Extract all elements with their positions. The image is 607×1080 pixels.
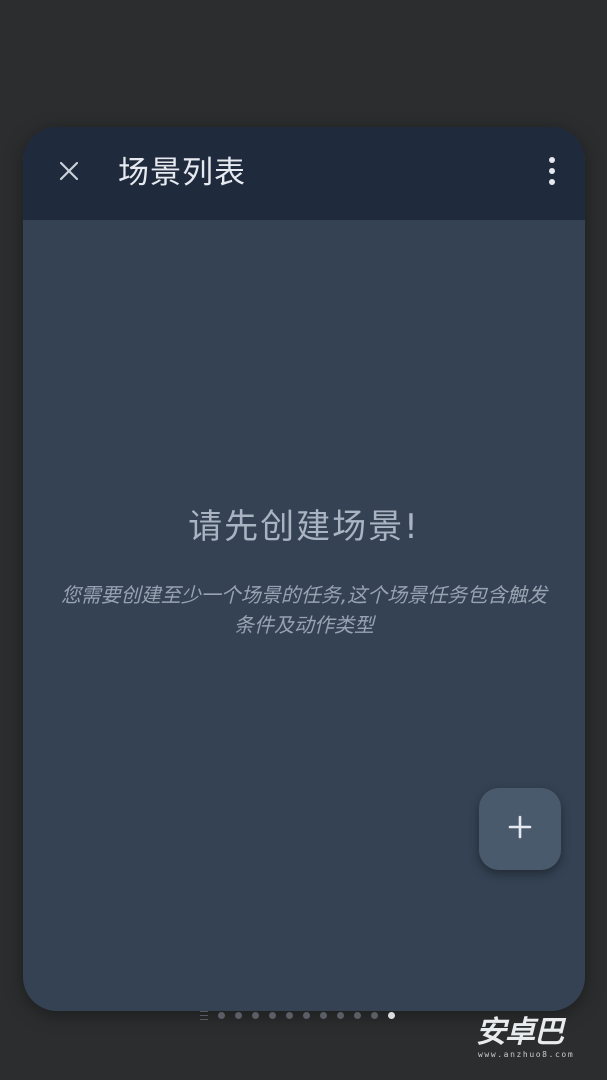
close-icon [58, 160, 80, 186]
page-dot [320, 1011, 327, 1019]
scene-list-dialog: 场景列表 请先创建场景! 您需要创建至少一个场景的任务,这个场景任务包含触发条件… [23, 127, 585, 1011]
app-bar: 场景列表 [23, 127, 585, 220]
more-vertical-icon [547, 156, 557, 190]
page-dot [337, 1011, 344, 1019]
page-title: 场景列表 [118, 155, 246, 191]
close-button[interactable] [45, 149, 93, 197]
more-options-button[interactable] [530, 149, 574, 197]
page-dot [388, 1011, 395, 1019]
empty-state-title: 请先创建场景! [188, 507, 420, 547]
page-dot [269, 1011, 276, 1019]
plus-icon [507, 814, 533, 844]
watermark: 安卓巴 www.anzhuo8.com [474, 1014, 584, 1064]
page-dot [354, 1011, 361, 1019]
page-dot [303, 1011, 310, 1019]
page-dot [235, 1011, 242, 1019]
empty-state-description: 您需要创建至少一个场景的任务,这个场景任务包含触发条件及动作类型 [60, 583, 548, 637]
menu-lines-icon [200, 1010, 208, 1020]
watermark-url: www.anzhuo8.com [478, 1050, 575, 1059]
page-dot [252, 1011, 259, 1019]
page-dot [371, 1011, 378, 1019]
page-dot [286, 1011, 293, 1019]
screen: 场景列表 请先创建场景! 您需要创建至少一个场景的任务,这个场景任务包含触发条件… [0, 0, 607, 1080]
page-dot [218, 1011, 225, 1019]
page-indicator [200, 1009, 395, 1021]
watermark-brand: 安卓巴 [476, 1015, 564, 1050]
add-scene-button[interactable] [479, 788, 561, 870]
